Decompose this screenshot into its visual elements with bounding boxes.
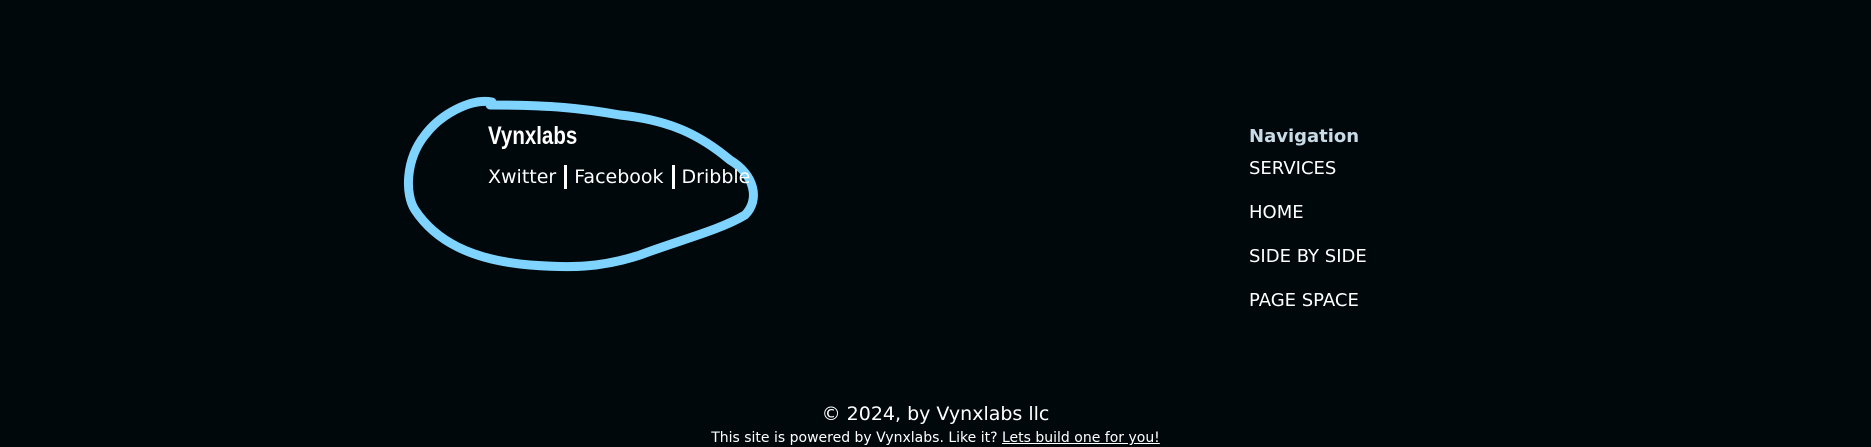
social-links: Xwitter Facebook Dribble: [488, 165, 750, 189]
nav-item-page-space[interactable]: PAGE SPACE: [1249, 289, 1367, 333]
navigation-list: SERVICES HOME SIDE BY SIDE PAGE SPACE: [1249, 157, 1367, 333]
nav-item-side-by-side[interactable]: SIDE BY SIDE: [1249, 245, 1367, 289]
nav-item-home[interactable]: HOME: [1249, 201, 1367, 245]
social-link-facebook[interactable]: Facebook: [574, 166, 663, 188]
brand-block: Vynxlabs Xwitter Facebook Dribble: [488, 122, 750, 189]
powered-by-text: This site is powered by Vynxlabs. Like i…: [711, 430, 998, 446]
social-link-dribble[interactable]: Dribble: [682, 166, 751, 188]
nav-item-services[interactable]: SERVICES: [1249, 157, 1367, 201]
powered-by-line: This site is powered by Vynxlabs. Like i…: [0, 430, 1871, 446]
footer-navigation: Navigation SERVICES HOME SIDE BY SIDE PA…: [1249, 126, 1367, 333]
site-footer: Vynxlabs Xwitter Facebook Dribble Naviga…: [0, 0, 1871, 447]
social-link-xwitter[interactable]: Xwitter: [488, 166, 556, 188]
separator: [564, 165, 568, 189]
copyright-text: © 2024, by Vynxlabs llc: [821, 403, 1050, 425]
separator: [671, 165, 675, 189]
brand-title: Vynxlabs: [488, 122, 578, 150]
build-one-link[interactable]: Lets build one for you!: [1002, 430, 1160, 446]
navigation-heading: Navigation: [1249, 126, 1360, 147]
annotation-circle: [403, 96, 758, 272]
